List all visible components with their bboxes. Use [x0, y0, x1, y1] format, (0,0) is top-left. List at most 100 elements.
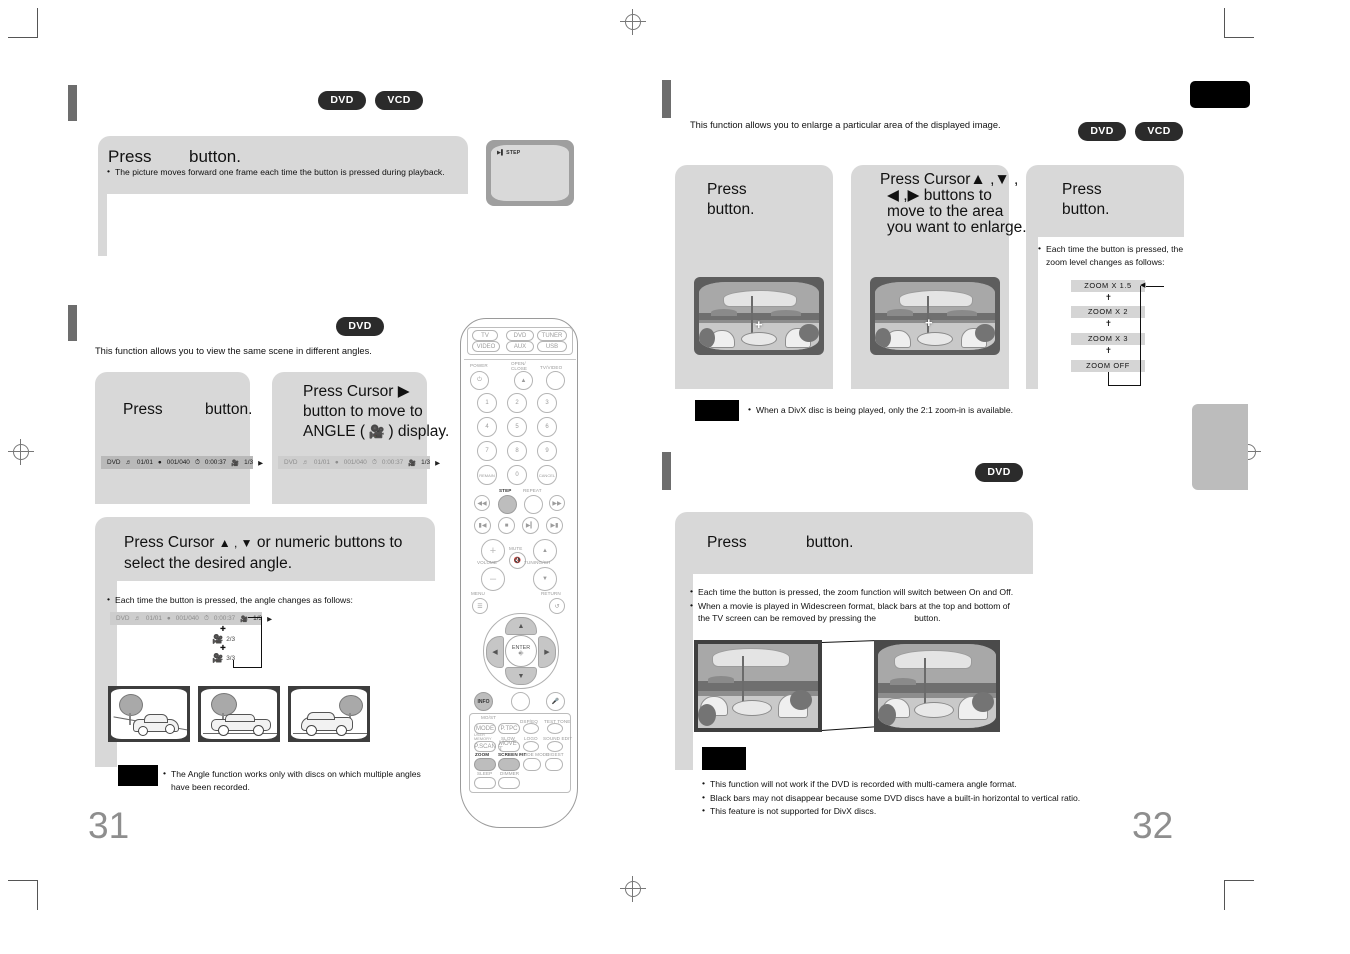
remote-key-cancel[interactable]: CANCEL	[537, 465, 557, 485]
remote-key-menu[interactable]: ☰	[472, 598, 488, 614]
bush-left	[699, 328, 715, 348]
remote-key-test-tone[interactable]	[547, 723, 563, 734]
remote-key-1[interactable]: 1	[477, 393, 497, 413]
remote-key-logo[interactable]	[523, 741, 539, 752]
remote-key-volume-down[interactable]: –	[481, 567, 505, 591]
remote-key-screen-fit[interactable]	[498, 758, 520, 771]
remote-key-9[interactable]: 9	[537, 441, 557, 461]
remote-key-stop[interactable]: ■	[498, 517, 515, 534]
remote-key-repeat[interactable]	[524, 495, 543, 514]
remote-key-rewind[interactable]: ◀◀	[474, 495, 490, 511]
remote-label-zoom: ZOOM	[475, 752, 490, 757]
screenfit-note-bullet-2: This feature is not supported for DivX d…	[702, 804, 1122, 818]
crop-mark-tr-v	[1224, 8, 1225, 38]
angle-step3-osd: DVD ♬ 01/01 ● 001/040 ⏱ 0:00:37 🎥 1/3 ▶	[110, 612, 272, 625]
registration-mark-left	[8, 439, 34, 465]
remote-key-6[interactable]: 6	[537, 417, 557, 437]
remote-key-return[interactable]: ↺	[549, 598, 565, 614]
remote-key-fastforward[interactable]: ▶▶	[549, 495, 565, 511]
screenfit-press-prefix: Press	[707, 534, 747, 551]
angle-step2-leg	[272, 444, 427, 504]
remote-key-audio[interactable]: 🎤	[546, 692, 565, 711]
remote-key-prev[interactable]: ▮◀	[474, 517, 491, 534]
remote-key-tv[interactable]: TV	[472, 330, 498, 341]
remote-key-sound-edit[interactable]	[547, 741, 563, 752]
tree-shape	[119, 694, 143, 716]
remote-key-enter[interactable]: ENTER ⎆	[505, 635, 537, 667]
remote-key-pscan[interactable]: P.SCAN	[474, 741, 496, 752]
remote-key-subtitle[interactable]	[511, 692, 530, 711]
zoom-step2-line4: you want to enlarge.	[887, 219, 1027, 236]
remote-key-dsp-eq[interactable]	[523, 723, 539, 734]
remote-key-8[interactable]: 8	[507, 441, 527, 461]
angle-note-label-redacted	[118, 765, 158, 786]
remote-key-zoom[interactable]	[474, 758, 496, 771]
remote-key-power[interactable]: ⏻	[470, 371, 489, 390]
remote-label-power: POWER	[470, 363, 488, 368]
zoom-note-label-redacted	[695, 400, 739, 421]
remote-key-digest[interactable]	[545, 758, 563, 771]
crop-mark-br-v	[1224, 880, 1225, 910]
zoom-step2-tv: +	[870, 277, 1000, 355]
osd2-clock-icon: ⏱	[371, 458, 377, 466]
osd3-next-arrow-icon: ▶	[267, 615, 272, 623]
remote-key-aux[interactable]: AUX	[506, 341, 534, 352]
angle-step3-line1: Press Cursor ▲ , ▼ or numeric buttons to	[124, 533, 402, 553]
remote-key-0[interactable]: 0	[507, 465, 527, 485]
zoom-step3-line2: button.	[1062, 201, 1110, 218]
zoom-step1-tv: +	[694, 277, 824, 355]
remote-key-tv-video[interactable]	[546, 371, 565, 390]
step-bullet-list: The picture moves forward one frame each…	[107, 165, 447, 180]
remote-key-dimmer[interactable]	[498, 777, 520, 789]
zoom-level-4: ZOOM OFF	[1071, 360, 1145, 372]
remote-key-2[interactable]: 2	[507, 393, 527, 413]
osd-next-arrow-icon: ▶	[258, 459, 263, 467]
remote-label-slide-mode: SLIDE MODE	[520, 752, 550, 757]
zoom-note-bullet-0: When a DivX disc is being played, only t…	[748, 403, 1078, 417]
osd2-time-value: 0:00:37	[381, 459, 404, 466]
car-wheel-rear	[165, 724, 175, 734]
osd3-chapter-value: 001/040	[175, 615, 199, 622]
bush-right-3	[790, 690, 812, 710]
patio-table-2	[917, 332, 953, 346]
angle-step2-line3-prefix: ANGLE (	[303, 423, 366, 440]
crop-mark-tl-v	[37, 8, 38, 38]
remote-key-3[interactable]: 3	[537, 393, 557, 413]
remote-key-remain[interactable]: REMAIN	[477, 465, 497, 485]
remote-key-info[interactable]: INFO	[474, 692, 493, 711]
section-bar-zoom	[662, 80, 671, 118]
remote-key-next[interactable]: ▶▮	[546, 517, 563, 534]
osd3-title-value: 01/01	[145, 615, 162, 622]
ground-line-2	[203, 733, 277, 734]
remote-key-dvd[interactable]: DVD	[506, 330, 534, 341]
crop-mark-tr-h	[1224, 37, 1254, 38]
remote-key-step[interactable]	[498, 495, 517, 514]
remote-key-slide-mode[interactable]	[523, 758, 541, 771]
angle-step1-press-prefix: Press	[123, 401, 163, 418]
angle-step1-press-suffix: button.	[205, 401, 253, 418]
disc-badge-vcd-zoom: VCD	[1135, 122, 1183, 141]
remote-key-usb[interactable]: USB	[537, 341, 567, 352]
remote-label-user-memory: USER MEMORY	[474, 733, 492, 741]
remote-key-open-close[interactable]: ▲	[514, 371, 533, 390]
remote-key-tuner[interactable]: TUNER	[537, 330, 567, 341]
remote-key-video[interactable]: VIDEO	[472, 341, 500, 352]
remote-key-move[interactable]: MOVE T	[498, 741, 520, 753]
zoom-step3-bullet: Each time the button is pressed, the zoo…	[1038, 242, 1198, 269]
remote-key-7[interactable]: 7	[477, 441, 497, 461]
registration-mark-bottom	[620, 876, 646, 902]
remote-key-4[interactable]: 4	[477, 417, 497, 437]
remote-key-5[interactable]: 5	[507, 417, 527, 437]
angle-note-bullet-0: The Angle function works only with discs…	[163, 767, 423, 793]
remote-key-play-pause[interactable]: ▶▎	[522, 517, 539, 534]
screenfit-connector-bottom	[821, 726, 878, 731]
remote-key-sleep[interactable]	[474, 777, 496, 789]
disc-badges-step: DVD VCD	[318, 91, 423, 110]
remote-key-cursor-up[interactable]: ▲	[505, 617, 537, 635]
remote-key-ptpc[interactable]: P.TPC	[498, 723, 520, 734]
zoom-loop-arrowhead-icon: ◀	[1140, 282, 1146, 289]
angle-step3-suffix: or numeric buttons to	[256, 534, 403, 551]
remote-key-tuning-down[interactable]: ▼	[533, 567, 557, 591]
disc-badge-vcd: VCD	[375, 91, 423, 110]
remote-key-cursor-left[interactable]: ◀	[486, 636, 504, 668]
